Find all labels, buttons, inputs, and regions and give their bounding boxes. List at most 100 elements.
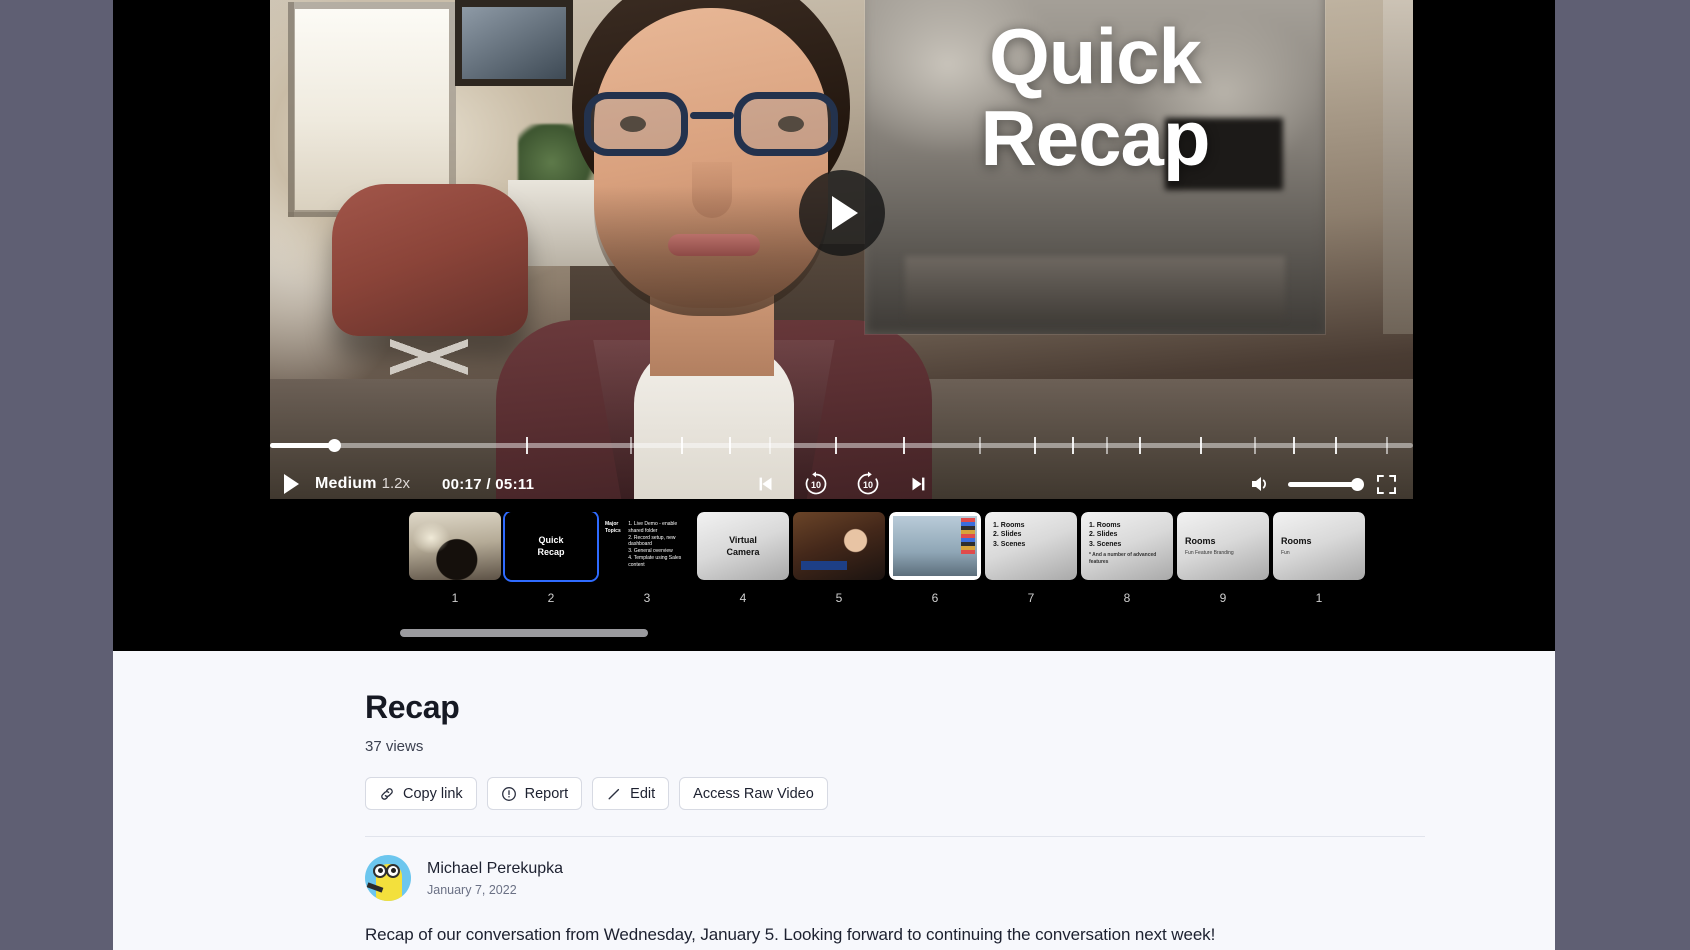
fullscreen-button[interactable] bbox=[1376, 474, 1397, 495]
copy-link-button[interactable]: Copy link bbox=[365, 777, 477, 810]
pencil-icon bbox=[606, 786, 622, 802]
chapter-thumbnail-image[interactable]: Virtual Camera bbox=[697, 512, 789, 580]
chapter-thumbnail-10[interactable]: RoomsFun1 bbox=[1273, 512, 1365, 605]
chapter-marker[interactable] bbox=[630, 437, 632, 454]
office-chair bbox=[332, 184, 528, 336]
volume-icon bbox=[1250, 474, 1272, 494]
thumbnail-heading: 1. Rooms 2. Slides 3. Scenes bbox=[1089, 521, 1121, 549]
chapter-thumbnail-9[interactable]: RoomsFun Feature Branding 9 bbox=[1177, 512, 1269, 605]
chapter-thumbnail-number: 9 bbox=[1220, 591, 1227, 605]
chapter-thumbnail-5[interactable]: 5 bbox=[793, 512, 885, 605]
report-label: Report bbox=[525, 786, 569, 802]
chapter-thumbnail-image[interactable]: 1. Rooms 2. Slides 3. Scenes * And a numb… bbox=[1081, 512, 1173, 580]
volume-button[interactable] bbox=[1250, 474, 1272, 494]
thumbnail-heading-slide: RoomsFun bbox=[1273, 512, 1365, 580]
chapter-marker[interactable] bbox=[835, 437, 837, 454]
chapter-marker[interactable] bbox=[903, 437, 905, 454]
video-description: Recap of our conversation from Wednesday… bbox=[365, 925, 1555, 945]
progress-track[interactable] bbox=[270, 443, 1413, 448]
volume-handle[interactable] bbox=[1351, 478, 1364, 491]
chapter-thumbnail-image[interactable]: Major Topics1. Live Demo - enable shared… bbox=[601, 512, 693, 580]
author-date: January 7, 2022 bbox=[427, 883, 563, 897]
edit-label: Edit bbox=[630, 786, 655, 802]
chapter-thumbnail-image[interactable] bbox=[409, 512, 501, 580]
thumbnail-heading: Major Topics bbox=[605, 521, 628, 535]
quality-label[interactable]: Medium bbox=[315, 475, 377, 493]
chapter-marker[interactable] bbox=[1200, 437, 1202, 454]
thumbnail-title-slide: Quick Recap bbox=[505, 512, 597, 580]
thumbnail-heading-slide: RoomsFun Feature Branding bbox=[1177, 512, 1269, 580]
thumbnail-screenshot bbox=[889, 512, 981, 580]
thumbnail-list-slide: 1. Rooms 2. Slides 3. Scenes * And a numb… bbox=[1081, 512, 1173, 580]
video-frame[interactable]: Quick Recap bbox=[270, 0, 1413, 499]
chapter-marker[interactable] bbox=[979, 437, 981, 454]
chapter-thumbnail-image[interactable]: RoomsFun Feature Branding bbox=[1177, 512, 1269, 580]
play-button[interactable] bbox=[284, 474, 299, 494]
report-button[interactable]: Report bbox=[487, 777, 583, 810]
thumbnail-scrollbar[interactable] bbox=[113, 626, 1555, 640]
chapter-thumbnail-8[interactable]: 1. Rooms 2. Slides 3. Scenes * And a numb… bbox=[1081, 512, 1173, 605]
avatar[interactable] bbox=[365, 855, 411, 901]
progress-handle[interactable] bbox=[328, 439, 341, 452]
chapter-thumbnail-number: 4 bbox=[740, 591, 747, 605]
presenter-nose bbox=[692, 162, 732, 218]
overlay-title-line1: Quick bbox=[865, 16, 1325, 98]
chapter-marker[interactable] bbox=[1034, 437, 1036, 454]
author-row: Michael Perekupka January 7, 2022 bbox=[365, 855, 1555, 901]
chapter-marker[interactable] bbox=[1254, 437, 1256, 454]
view-count: 37 views bbox=[365, 738, 1555, 755]
chapter-marker[interactable] bbox=[526, 437, 528, 454]
chapter-marker[interactable] bbox=[1139, 437, 1141, 454]
chapter-thumbnail-image[interactable] bbox=[889, 512, 981, 580]
card-table bbox=[905, 256, 1285, 320]
video-info-panel: Recap 37 views Copy link Report bbox=[113, 651, 1555, 950]
thumbnail-body: * And a number of advanced features bbox=[1089, 552, 1165, 566]
chapter-thumbnail-image[interactable]: Quick Recap bbox=[505, 512, 597, 580]
chapter-thumbnail-1[interactable]: 1 bbox=[409, 512, 501, 605]
chapter-marker[interactable] bbox=[1106, 437, 1108, 454]
volume-slider[interactable] bbox=[1288, 482, 1360, 487]
rewind-10-button[interactable]: 10 bbox=[803, 471, 829, 497]
video-overlay-title: Quick Recap bbox=[865, 16, 1325, 180]
overlay-title-line2: Recap bbox=[865, 98, 1325, 180]
chapter-thumbnail-number: 2 bbox=[548, 591, 555, 605]
copy-link-label: Copy link bbox=[403, 786, 463, 802]
access-raw-video-label: Access Raw Video bbox=[693, 786, 814, 802]
chapter-marker[interactable] bbox=[1293, 437, 1295, 454]
access-raw-video-button[interactable]: Access Raw Video bbox=[679, 777, 828, 810]
skip-forward-icon bbox=[907, 473, 929, 495]
chapter-thumbnail-4[interactable]: Virtual Camera 4 bbox=[697, 512, 789, 605]
chapter-thumbnail-strip[interactable]: 1Quick Recap 2 Major Topics1. Live Demo - … bbox=[113, 512, 1555, 622]
skip-back-icon bbox=[755, 473, 777, 495]
thumbnail-scrollbar-handle[interactable] bbox=[400, 629, 648, 637]
chapter-marker[interactable] bbox=[681, 437, 683, 454]
video-player[interactable]: Quick Recap Medium bbox=[113, 0, 1555, 651]
presenter-mouth bbox=[668, 234, 760, 256]
chapter-marker[interactable] bbox=[1072, 437, 1074, 454]
video-progress-bar[interactable] bbox=[270, 437, 1413, 453]
glasses-icon bbox=[580, 92, 842, 158]
chapter-thumbnail-image[interactable] bbox=[793, 512, 885, 580]
thumbnail-topics-slide: Major Topics1. Live Demo - enable shared… bbox=[601, 512, 693, 580]
chapter-marker[interactable] bbox=[1386, 437, 1388, 454]
svg-text:10: 10 bbox=[862, 480, 872, 490]
chapter-thumbnail-7[interactable]: 1. Rooms 2. Slides 3. Scenes7 bbox=[985, 512, 1077, 605]
thumbnail-slide: Virtual Camera bbox=[697, 512, 789, 580]
play-overlay-button[interactable] bbox=[799, 170, 885, 256]
action-button-row: Copy link Report Edit Access Raw Video bbox=[365, 777, 1555, 810]
chapter-marker[interactable] bbox=[1335, 437, 1337, 454]
skip-forward-button[interactable] bbox=[907, 473, 929, 495]
chapter-thumbnail-image[interactable]: RoomsFun bbox=[1273, 512, 1365, 580]
chapter-marker[interactable] bbox=[769, 437, 771, 454]
chapter-thumbnail-3[interactable]: Major Topics1. Live Demo - enable shared… bbox=[601, 512, 693, 605]
alert-circle-icon bbox=[501, 786, 517, 802]
skip-back-button[interactable] bbox=[755, 473, 777, 495]
chapter-thumbnail-image[interactable]: 1. Rooms 2. Slides 3. Scenes bbox=[985, 512, 1077, 580]
chapter-marker[interactable] bbox=[729, 437, 731, 454]
chapter-thumbnail-6[interactable]: 6 bbox=[889, 512, 981, 605]
chapter-thumbnail-2[interactable]: Quick Recap 2 bbox=[505, 512, 597, 605]
playback-speed-label[interactable]: 1.2x bbox=[382, 475, 410, 492]
link-icon bbox=[379, 786, 395, 802]
forward-10-button[interactable]: 10 bbox=[855, 471, 881, 497]
edit-button[interactable]: Edit bbox=[592, 777, 669, 810]
